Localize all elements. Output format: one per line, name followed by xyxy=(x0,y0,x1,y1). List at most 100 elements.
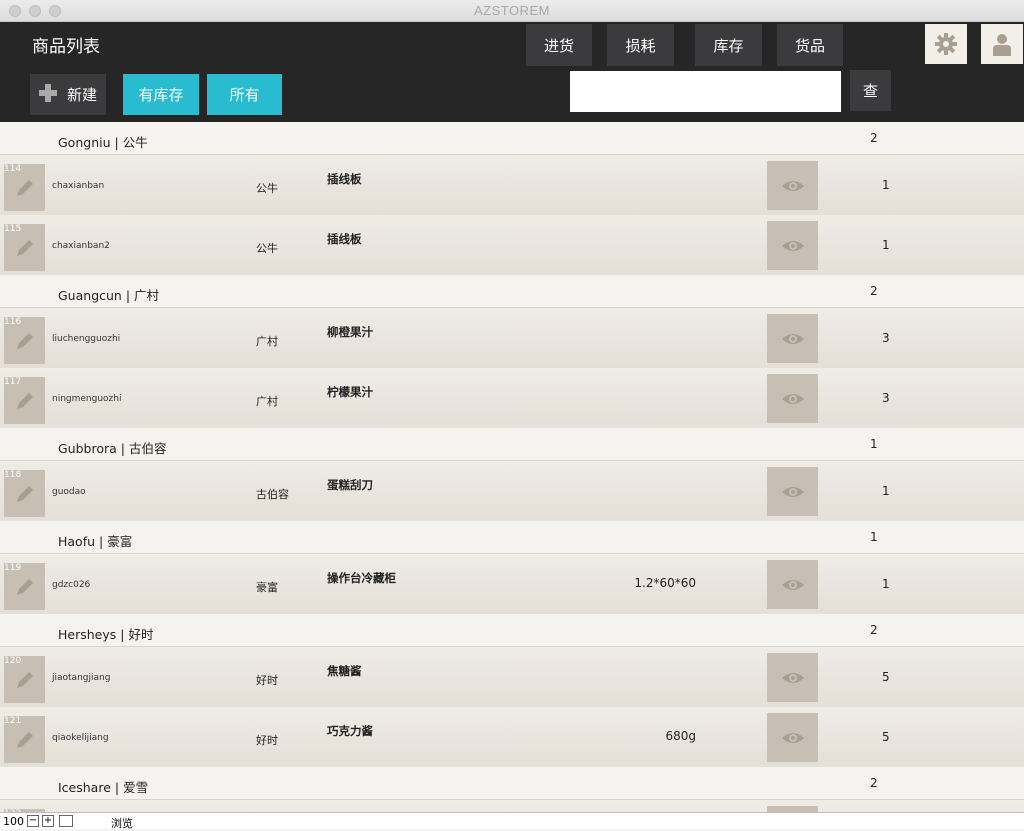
product-spec: 1.2*60*60 xyxy=(634,576,696,590)
search-button[interactable]: 查 xyxy=(850,70,891,111)
eye-icon xyxy=(781,579,804,590)
record-id: 118 xyxy=(4,470,22,480)
product-name: 焦糖酱 xyxy=(327,664,362,678)
product-brand: 豪富 xyxy=(256,581,278,594)
group-header[interactable]: Hersheys | 好时 2 xyxy=(0,614,1024,647)
record-id: 115 xyxy=(4,224,22,234)
group-count: 2 xyxy=(870,623,878,637)
product-quantity: 1 xyxy=(882,178,890,192)
user-icon xyxy=(993,34,1011,56)
pencil-icon xyxy=(16,731,33,748)
product-quantity: 1 xyxy=(882,577,890,591)
product-quantity: 5 xyxy=(882,730,890,744)
product-code: chaxianban2 xyxy=(52,241,110,251)
nav-inventory-button[interactable]: 库存 xyxy=(695,24,762,66)
view-button[interactable] xyxy=(767,653,818,702)
product-row[interactable]: 115 chaxianban2 公牛 插线板 1 xyxy=(0,215,1024,275)
record-id: 120 xyxy=(4,656,22,666)
group-count: 2 xyxy=(870,776,878,790)
group-header[interactable]: Guangcun | 广村 2 xyxy=(0,275,1024,308)
pencil-icon xyxy=(16,332,33,349)
filter-in-stock-button[interactable]: 有库存 xyxy=(123,74,199,115)
group-header[interactable]: Iceshare | 爱雪 2 xyxy=(0,767,1024,800)
product-brand: 好时 xyxy=(256,734,278,747)
window-title: AZSTOREM xyxy=(474,3,550,18)
record-id: 114 xyxy=(4,164,22,174)
window-titlebar: AZSTOREM xyxy=(0,0,1024,22)
settings-button[interactable] xyxy=(925,24,967,64)
group-header[interactable]: Gubbrora | 古伯容 1 xyxy=(0,428,1024,461)
nav-purchase-button[interactable]: 进货 xyxy=(526,24,592,66)
product-row[interactable]: 120 jiaotangjiang 好时 焦糖酱 5 xyxy=(0,647,1024,707)
product-quantity: 1 xyxy=(882,484,890,498)
filter-all-button[interactable]: 所有 xyxy=(207,74,282,115)
record-id: 116 xyxy=(4,317,22,327)
eye-icon xyxy=(781,180,804,191)
product-row[interactable]: 121 qiaokelijiang 好时 巧克力酱 680g 5 xyxy=(0,707,1024,767)
product-row[interactable]: 118 guodao 古伯容 蛋糕刮刀 1 xyxy=(0,461,1024,521)
group-name: Haofu | 豪富 xyxy=(58,534,133,549)
product-code: jiaotangjiang xyxy=(52,673,111,683)
product-name: 柳橙果汁 xyxy=(327,325,373,339)
eye-icon xyxy=(781,672,804,683)
product-row[interactable]: 122 xyxy=(0,800,1024,812)
product-row[interactable]: 117 ningmenguozhi 广村 柠檬果汁 3 xyxy=(0,368,1024,428)
eye-icon xyxy=(781,732,804,743)
group-count: 2 xyxy=(870,284,878,298)
view-button[interactable] xyxy=(767,221,818,270)
product-brand: 公牛 xyxy=(256,242,278,255)
record-id: 117 xyxy=(4,377,22,387)
product-brand: 古伯容 xyxy=(256,488,289,501)
search-input[interactable] xyxy=(570,71,841,112)
product-name: 巧克力酱 xyxy=(327,724,373,738)
app-header: 商品列表 进货 损耗 库存 货品 新建 有库存 所有 查 xyxy=(0,22,1024,122)
product-name: 插线板 xyxy=(327,172,362,186)
eye-icon xyxy=(781,486,804,497)
product-row[interactable]: 116 liuchengguozhi 广村 柳橙果汁 3 xyxy=(0,308,1024,368)
nav-goods-button[interactable]: 货品 xyxy=(777,24,843,66)
product-list: Gongniu | 公牛 2 114 chaxianban 公牛 插线板 1 115 chaxi… xyxy=(0,122,1024,812)
new-button[interactable]: 新建 xyxy=(30,74,106,115)
view-button[interactable] xyxy=(767,161,818,210)
gear-icon xyxy=(935,33,957,55)
new-button-label: 新建 xyxy=(66,86,97,104)
user-button[interactable] xyxy=(981,24,1023,64)
view-button[interactable] xyxy=(767,314,818,363)
product-brand: 好时 xyxy=(256,674,278,687)
toggle-toolbar-button[interactable] xyxy=(59,815,73,827)
group-header[interactable]: Haofu | 豪富 1 xyxy=(0,521,1024,554)
product-brand: 广村 xyxy=(256,395,278,408)
nav-loss-button[interactable]: 损耗 xyxy=(607,24,674,66)
product-spec: 680g xyxy=(665,729,696,743)
product-name: 插线板 xyxy=(327,232,362,246)
product-brand: 公牛 xyxy=(256,182,278,195)
group-name: Hersheys | 好时 xyxy=(58,627,154,642)
view-button[interactable] xyxy=(767,374,818,423)
product-quantity: 3 xyxy=(882,391,890,405)
view-button[interactable] xyxy=(767,560,818,609)
pencil-icon xyxy=(16,392,33,409)
group-count: 1 xyxy=(870,437,878,451)
product-quantity: 5 xyxy=(882,670,890,684)
group-count: 1 xyxy=(870,530,878,544)
pencil-icon xyxy=(16,485,33,502)
group-name: Iceshare | 爱雪 xyxy=(58,780,149,795)
eye-icon xyxy=(781,240,804,251)
eye-icon xyxy=(781,333,804,344)
group-header[interactable]: Gongniu | 公牛 2 xyxy=(0,122,1024,155)
zoom-in-button[interactable]: + xyxy=(42,815,54,827)
product-row[interactable]: 114 chaxianban 公牛 插线板 1 xyxy=(0,155,1024,215)
plus-icon xyxy=(38,84,57,102)
product-code: guodao xyxy=(52,487,86,497)
zoom-out-button[interactable]: − xyxy=(27,815,39,827)
product-row[interactable]: 119 gdzc026 豪富 操作台冷藏柜 1.2*60*60 1 xyxy=(0,554,1024,614)
view-button[interactable] xyxy=(767,713,818,762)
group-name: Gubbrora | 古伯容 xyxy=(58,441,167,456)
view-button[interactable] xyxy=(767,467,818,516)
pencil-icon xyxy=(16,671,33,688)
status-bar: 100 − + 浏览 xyxy=(0,812,1024,830)
product-name: 柠檬果汁 xyxy=(327,385,373,399)
product-quantity: 1 xyxy=(882,238,890,252)
page-title: 商品列表 xyxy=(32,37,100,57)
record-id: 121 xyxy=(4,716,22,726)
